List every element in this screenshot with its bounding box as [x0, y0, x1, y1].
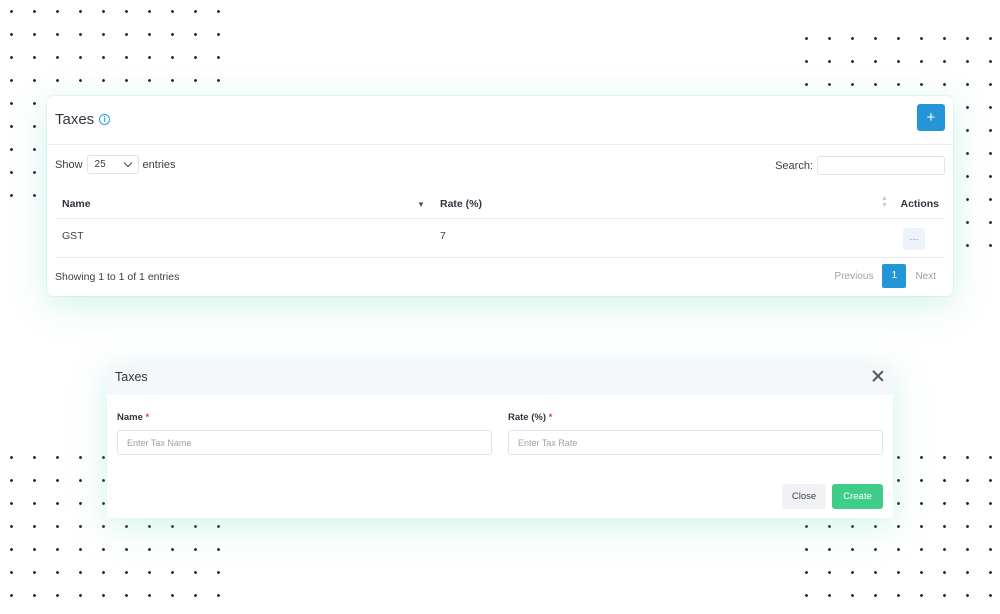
- search-group: Search:: [775, 156, 945, 175]
- entries-select[interactable]: 25: [86, 155, 139, 174]
- rate-field-label: Rate (%) *: [508, 412, 552, 423]
- sort-icon[interactable]: ▲ ▼: [881, 195, 888, 209]
- create-button[interactable]: Create: [832, 484, 883, 509]
- table-row: GST 7 ···: [55, 219, 945, 258]
- cell-rate: 7: [440, 230, 446, 242]
- name-field-label: Name *: [117, 412, 149, 423]
- column-header-name[interactable]: Name: [62, 198, 91, 210]
- tax-name-input[interactable]: [117, 430, 492, 455]
- pagination-page-1[interactable]: 1: [882, 264, 907, 288]
- entries-info: Showing 1 to 1 of 1 entries: [55, 271, 180, 283]
- pagination-previous[interactable]: Previous: [826, 271, 883, 282]
- pagination: Previous 1 Next: [826, 264, 945, 288]
- name-label-text: Name: [117, 412, 143, 423]
- info-icon[interactable]: i: [99, 114, 111, 125]
- entries-value: 25: [94, 159, 106, 170]
- show-entries: Show 25 entries: [55, 155, 176, 174]
- tax-modal: Taxes Name * Rate (%) * Close Create: [107, 363, 893, 518]
- tax-rate-input[interactable]: [508, 430, 883, 455]
- taxes-card: Taxes i + Show 25 entries Search: Name ▼…: [47, 96, 953, 296]
- modal-title: Taxes: [115, 370, 148, 384]
- divider: [47, 144, 953, 145]
- row-actions-button[interactable]: ···: [903, 228, 925, 250]
- show-label: Show: [55, 158, 83, 171]
- card-title: Taxes i: [55, 111, 111, 128]
- chevron-down-icon: [123, 158, 132, 168]
- pagination-next[interactable]: Next: [906, 271, 945, 282]
- sort-desc-icon[interactable]: ▼: [417, 200, 425, 209]
- column-header-actions: Actions: [900, 198, 939, 210]
- card-title-text: Taxes: [55, 111, 95, 128]
- required-mark: *: [145, 412, 150, 423]
- table-header: Name ▼ Rate (%) ▲ ▼ Actions: [55, 190, 945, 219]
- close-button[interactable]: Close: [782, 484, 826, 509]
- entries-label: entries: [142, 158, 176, 171]
- required-mark: *: [548, 412, 553, 423]
- search-input[interactable]: [817, 156, 945, 175]
- close-icon[interactable]: [871, 369, 885, 383]
- add-tax-button[interactable]: +: [917, 104, 945, 131]
- rate-label-text: Rate (%): [508, 412, 547, 423]
- column-header-rate[interactable]: Rate (%): [440, 198, 482, 210]
- modal-header: Taxes: [107, 363, 893, 395]
- cell-name: GST: [62, 230, 84, 242]
- search-label: Search:: [775, 159, 813, 172]
